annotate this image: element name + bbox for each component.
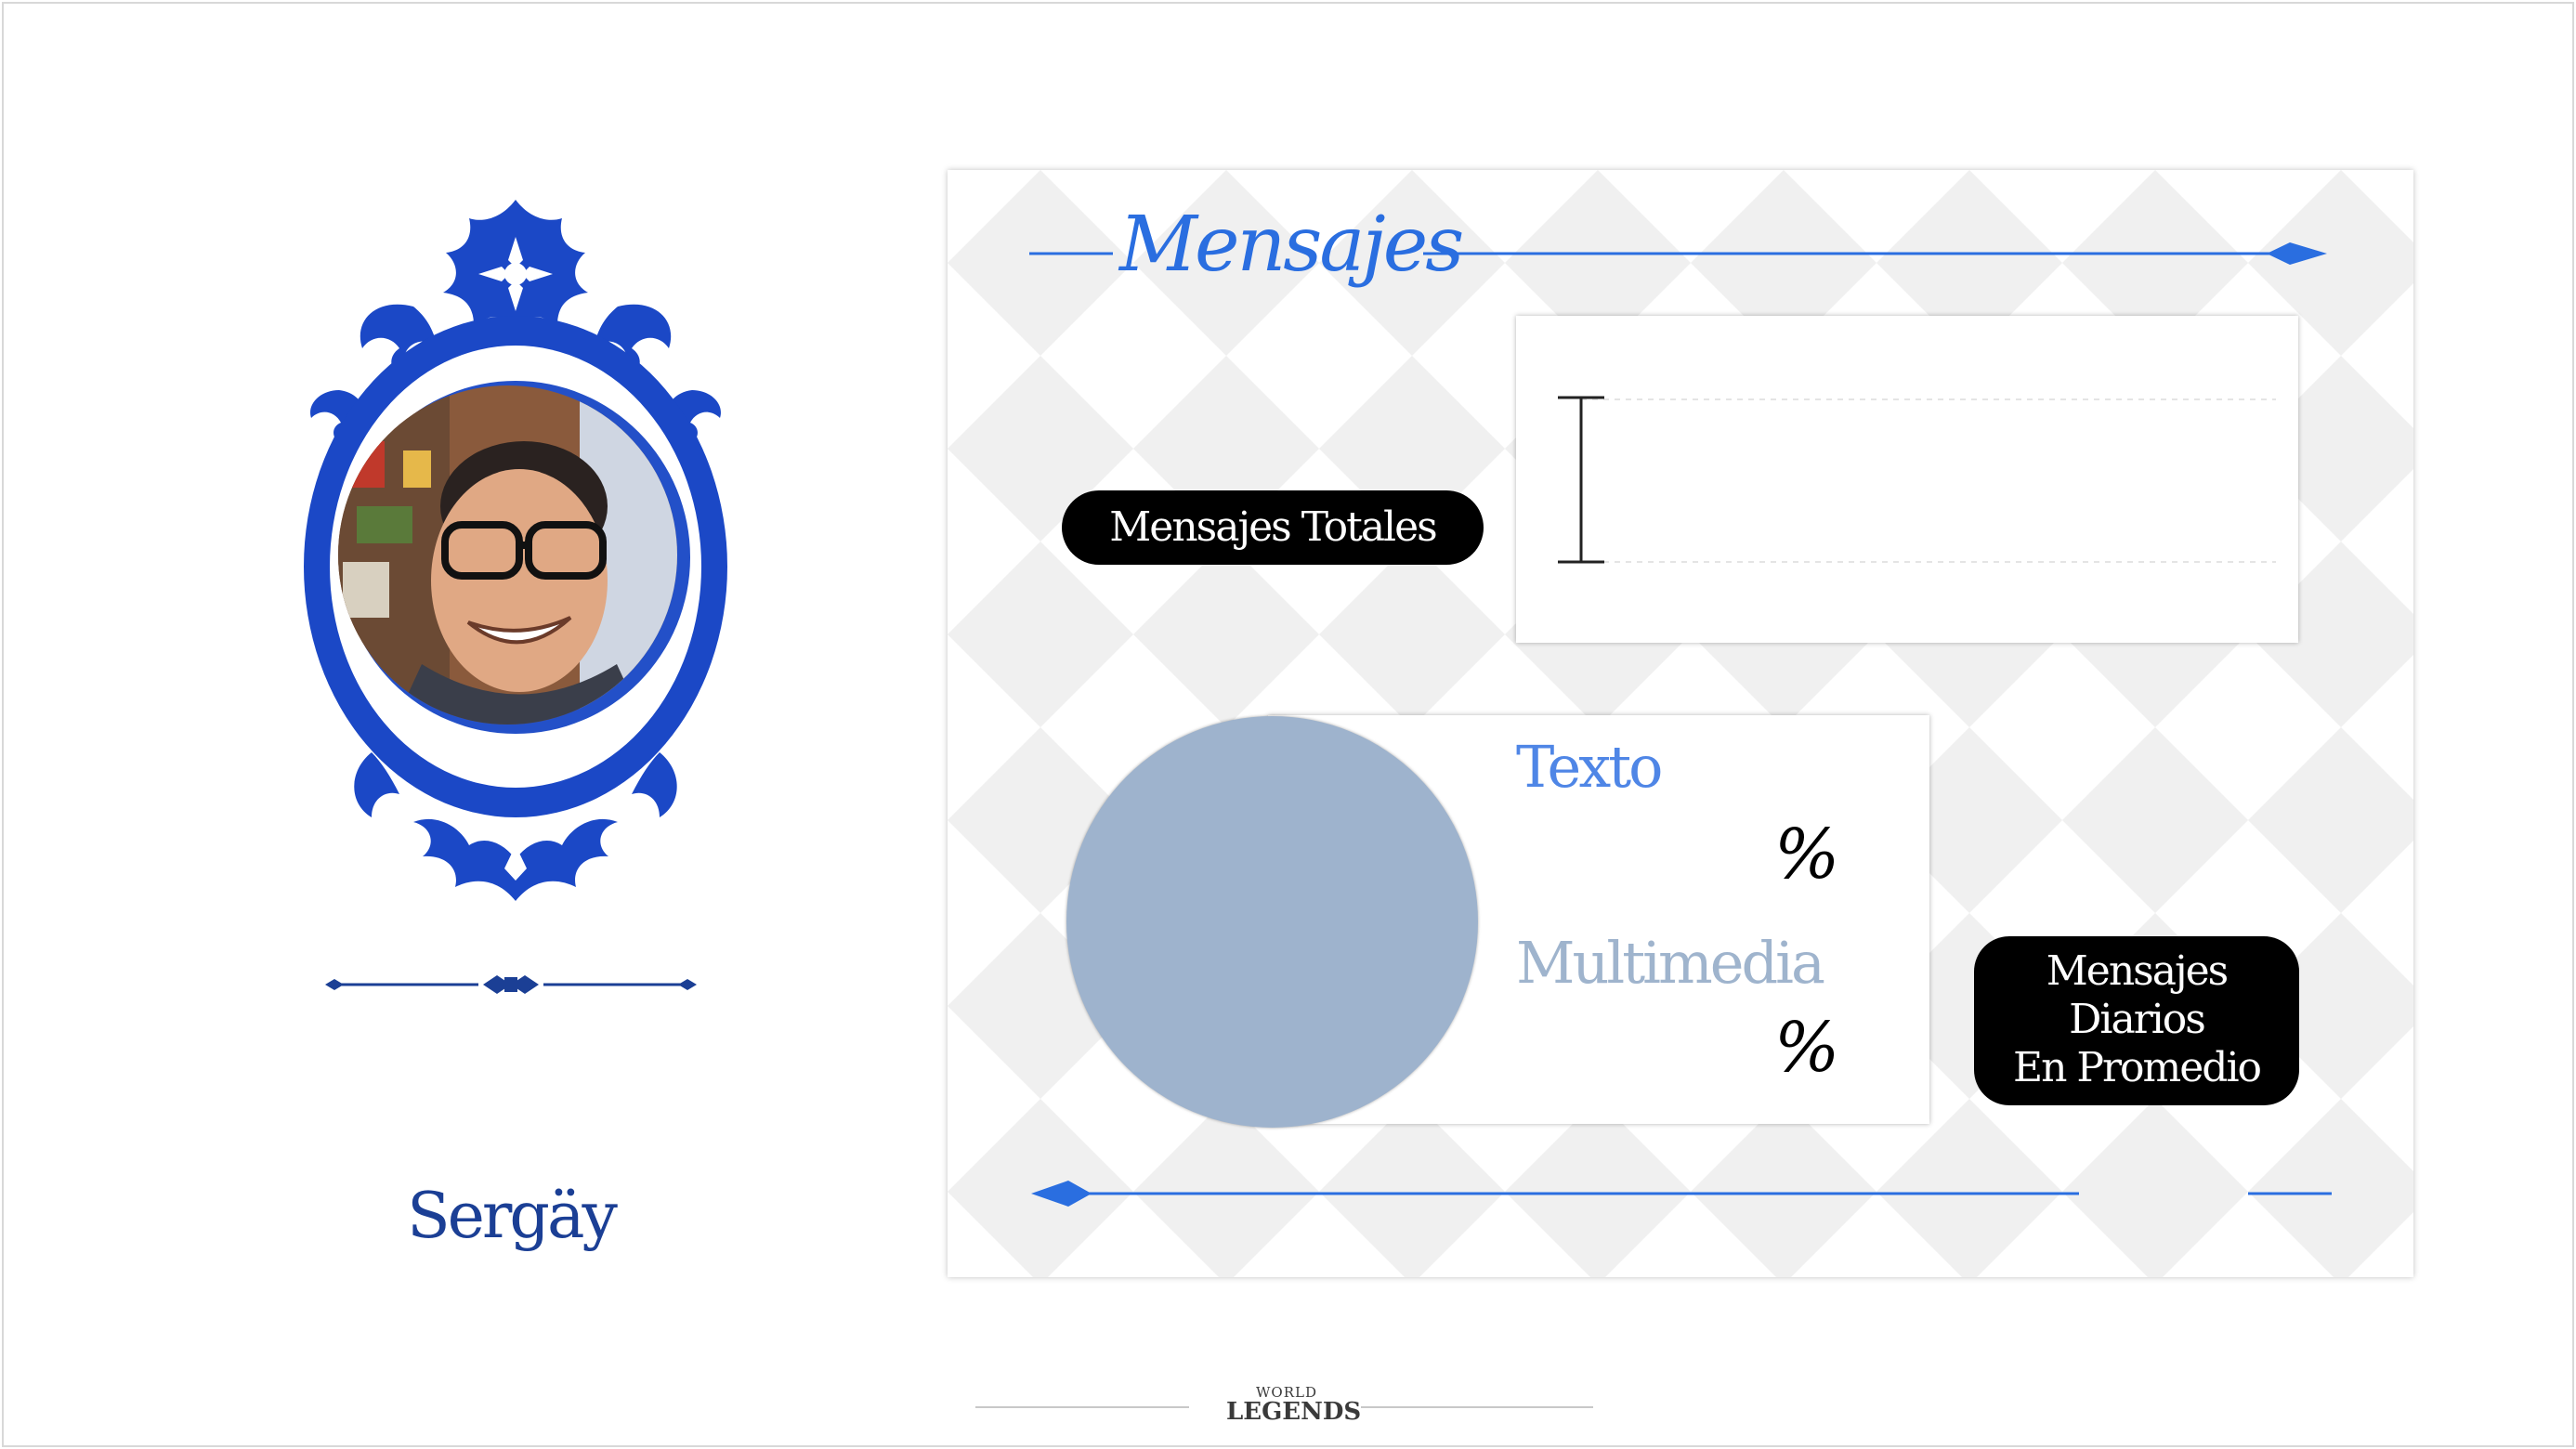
footer: WORLD LEGENDS bbox=[975, 1384, 1598, 1430]
ornament-divider-icon bbox=[325, 975, 697, 994]
text-cursor-icon bbox=[1558, 396, 2276, 564]
text-label: Texto bbox=[1516, 733, 1663, 801]
footer-line-right bbox=[1361, 1406, 1593, 1408]
total-messages-box bbox=[1516, 316, 2298, 643]
daily-average-line-3: En Promedio bbox=[2012, 1044, 2262, 1091]
logo-bottom-text: LEGENDS bbox=[1226, 1398, 1362, 1426]
total-messages-pill: Mensajes Totales bbox=[1062, 490, 1484, 565]
text-percent: % bbox=[1774, 815, 1840, 894]
messages-card: Mensajes Mensajes Totales Texto % Multim… bbox=[948, 170, 2413, 1277]
daily-average-line-1: Mensajes bbox=[2046, 947, 2229, 995]
multimedia-percent: % bbox=[1774, 1008, 1840, 1088]
daily-average-pill: Mensajes Diarios En Promedio bbox=[1974, 936, 2299, 1105]
avatar-photo bbox=[338, 385, 677, 724]
text-vs-media-pie bbox=[1066, 716, 1478, 1128]
user-avatar bbox=[338, 385, 677, 724]
multimedia-label: Multimedia bbox=[1516, 929, 1825, 997]
world-legends-logo: WORLD LEGENDS bbox=[1226, 1386, 1362, 1426]
username-label: Sergäy bbox=[407, 1180, 618, 1253]
card-title: Mensajes bbox=[1119, 201, 1464, 289]
daily-average-line-2: Diarios bbox=[2069, 996, 2206, 1043]
footer-line-left bbox=[975, 1406, 1189, 1408]
